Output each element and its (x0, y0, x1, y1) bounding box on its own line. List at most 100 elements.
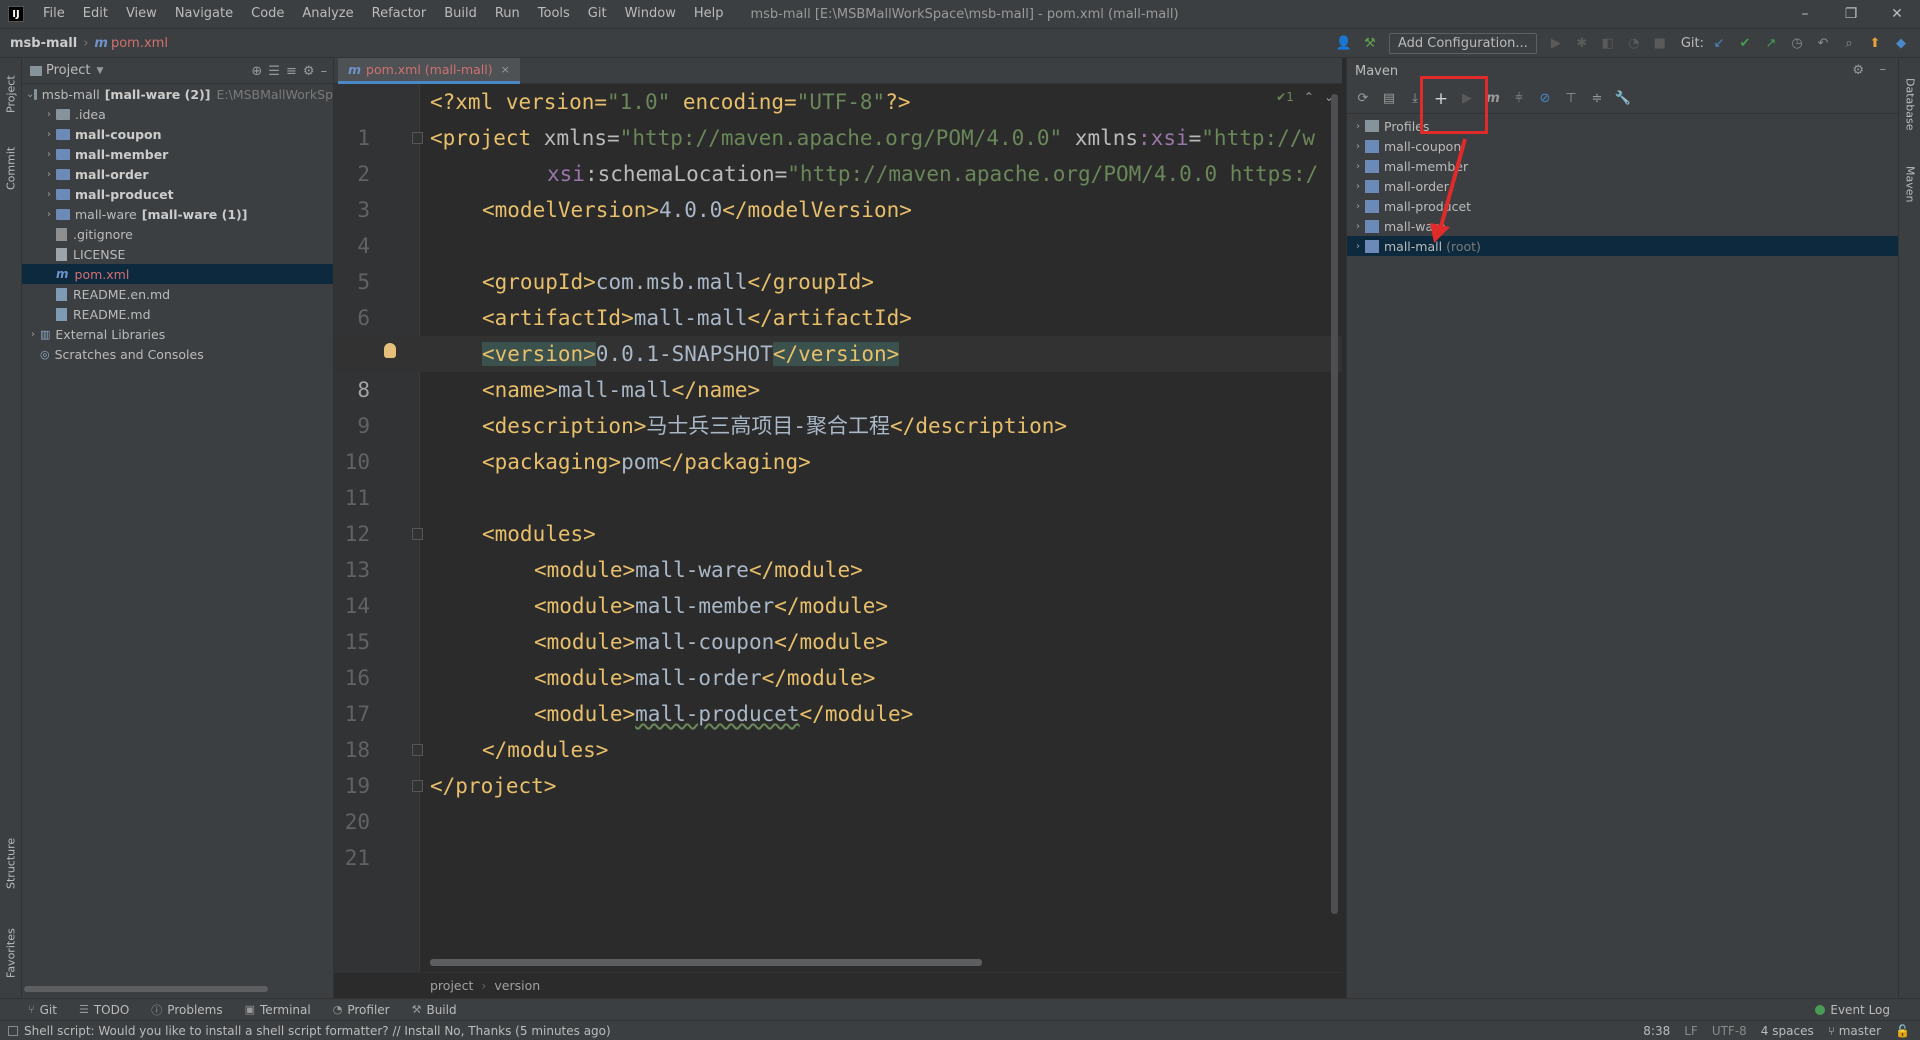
structure-tool-tab[interactable]: Structure (0, 828, 22, 898)
tab-pom-xml[interactable]: m pom.xml (mall-mall) × (338, 58, 520, 84)
menu-file[interactable]: File (34, 0, 74, 28)
chevron-right-icon[interactable]: › (42, 129, 56, 140)
hide-icon[interactable]: – (321, 64, 328, 79)
chevron-right-icon[interactable]: › (1351, 201, 1365, 212)
tree-item-idea[interactable]: › .idea (22, 104, 333, 124)
lightbulb-icon[interactable] (384, 343, 396, 358)
debug-icon[interactable]: ✱ (1571, 32, 1593, 54)
git-tool-button[interactable]: ⑂ Git (28, 1003, 57, 1017)
horizontal-scrollbar[interactable] (24, 986, 268, 992)
favorites-tool-tab[interactable]: Favorites (0, 918, 22, 988)
skip-tests-icon[interactable]: ⊘ (1535, 89, 1555, 109)
git-update-icon[interactable]: ↙ (1708, 32, 1730, 54)
add-configuration-button[interactable]: Add Configuration... (1388, 32, 1537, 54)
database-tool-tab[interactable]: Database (1899, 64, 1920, 144)
chevron-down-icon[interactable]: ▼ (96, 66, 103, 76)
user-icon[interactable]: 👤 (1333, 32, 1355, 54)
search-icon[interactable]: ⌕ (1838, 32, 1860, 54)
menu-analyze[interactable]: Analyze (293, 0, 362, 28)
project-tool-tab[interactable]: Project (0, 64, 22, 124)
minimize-button[interactable]: – (1782, 0, 1828, 28)
menu-edit[interactable]: Edit (74, 0, 117, 28)
coverage-icon[interactable]: ◧ (1597, 32, 1619, 54)
lock-icon[interactable]: 🔓 (1895, 1024, 1910, 1038)
chevron-right-icon[interactable]: › (1351, 121, 1365, 132)
chevron-right-icon[interactable]: › (42, 169, 56, 180)
commit-tool-tab[interactable]: Commit (0, 138, 22, 198)
menu-view[interactable]: View (117, 0, 166, 28)
chevron-right-icon[interactable]: › (42, 109, 56, 120)
tree-item-mall-producet[interactable]: › mall-producet (22, 184, 333, 204)
editor-vertical-scrollbar[interactable] (1331, 94, 1338, 914)
problems-tool-button[interactable]: ⓘ Problems (151, 1002, 222, 1018)
git-push-icon[interactable]: ↗ (1760, 32, 1782, 54)
editor-horizontal-scrollbar[interactable] (430, 959, 982, 966)
generate-sources-icon[interactable]: ▤ (1379, 89, 1399, 109)
tree-item-readme-en[interactable]: README.en.md (22, 284, 333, 304)
gear-icon[interactable]: ⚙ (1852, 63, 1864, 78)
breadcrumb-item[interactable]: version (494, 978, 540, 993)
restore-button[interactable]: ❐ (1828, 0, 1874, 28)
chevron-right-icon[interactable]: › (1351, 161, 1365, 172)
chevron-right-icon[interactable]: › (42, 189, 56, 200)
collapse-all-icon[interactable]: ≡ (286, 64, 297, 79)
status-toggle-icon[interactable] (8, 1025, 18, 1036)
close-window-button[interactable]: ✕ (1874, 0, 1920, 28)
terminal-tool-button[interactable]: ▣ Terminal (245, 1003, 311, 1017)
breadcrumb-project[interactable]: msb-mall (0, 36, 77, 51)
tree-item-mall-order[interactable]: › mall-order (22, 164, 333, 184)
line-separator[interactable]: LF (1684, 1024, 1698, 1038)
menu-help[interactable]: Help (685, 0, 733, 28)
indent-setting[interactable]: 4 spaces (1761, 1024, 1814, 1038)
tree-item-scratches[interactable]: ◎ Scratches and Consoles (22, 344, 333, 364)
tree-item-mall-coupon[interactable]: › mall-coupon (22, 124, 333, 144)
wrench-icon[interactable]: 🔧 (1613, 89, 1633, 109)
profiler-tool-button[interactable]: ◔ Profiler (333, 1003, 390, 1017)
chevron-right-icon[interactable]: › (26, 329, 40, 340)
history-icon[interactable]: ◷ (1786, 32, 1808, 54)
menu-navigate[interactable]: Navigate (166, 0, 242, 28)
caret-position[interactable]: 8:38 (1643, 1024, 1670, 1038)
close-tab-icon[interactable]: × (501, 63, 510, 76)
tree-item-pom-xml[interactable]: m pom.xml (22, 264, 333, 284)
menu-run[interactable]: Run (486, 0, 529, 28)
status-message[interactable]: Shell script: Would you like to install … (24, 1024, 611, 1038)
fold-marker-icon[interactable] (412, 528, 423, 540)
toolbox-icon[interactable]: ◆ (1890, 32, 1912, 54)
git-commit-icon[interactable]: ✔ (1734, 32, 1756, 54)
code-editor[interactable]: ✔1 ⌃ ⌄ 1 <?xml version="1.0" encoding="U… (334, 84, 1342, 972)
chevron-down-icon[interactable]: ⌄ (26, 89, 34, 100)
tree-item-readme[interactable]: README.md (22, 304, 333, 324)
file-encoding[interactable]: UTF-8 (1712, 1024, 1747, 1038)
git-branch[interactable]: ⑂ master (1828, 1024, 1881, 1038)
fold-marker-icon[interactable] (412, 744, 423, 756)
intellij-logo-icon[interactable]: IJ (8, 6, 24, 22)
tree-item-gitignore[interactable]: .gitignore (22, 224, 333, 244)
maven-tool-tab[interactable]: Maven (1899, 154, 1920, 214)
locate-icon[interactable]: ⊕ (251, 64, 262, 79)
hammer-build-icon[interactable]: ⚒ (1359, 32, 1381, 54)
breadcrumb-file[interactable]: m pom.xml (94, 36, 168, 51)
chevron-right-icon[interactable]: › (1351, 241, 1365, 252)
tree-item-external-libraries[interactable]: › ▥ External Libraries (22, 324, 333, 344)
expand-all-icon[interactable]: ☰ (268, 64, 280, 79)
tree-item-mall-ware[interactable]: › mall-ware [mall-ware (1)] (22, 204, 333, 224)
run-icon[interactable]: ▶ (1545, 32, 1567, 54)
gear-icon[interactable]: ⚙ (303, 64, 315, 79)
chevron-right-icon[interactable]: › (1351, 181, 1365, 192)
chevron-right-icon[interactable]: › (1351, 221, 1365, 232)
menu-window[interactable]: Window (616, 0, 685, 28)
menu-git[interactable]: Git (579, 0, 616, 28)
toggle-offline-icon[interactable]: ⫩ (1509, 89, 1529, 109)
hide-icon[interactable]: – (1880, 62, 1887, 77)
reload-icon[interactable]: ⟳ (1353, 89, 1373, 109)
fold-marker-icon[interactable] (412, 780, 423, 792)
collapse-all-icon[interactable]: ≑ (1587, 89, 1607, 109)
stop-icon[interactable]: ■ (1649, 32, 1671, 54)
tree-item-msb-mall[interactable]: ⌄ msb-mall [mall-ware (2)] E:\MSBMallWor… (22, 84, 333, 104)
chevron-right-icon[interactable]: › (42, 149, 56, 160)
chevron-right-icon[interactable]: › (42, 209, 56, 220)
menu-refactor[interactable]: Refactor (363, 0, 436, 28)
tree-item-mall-member[interactable]: › mall-member (22, 144, 333, 164)
show-dependencies-icon[interactable]: ⊤ (1561, 89, 1581, 109)
